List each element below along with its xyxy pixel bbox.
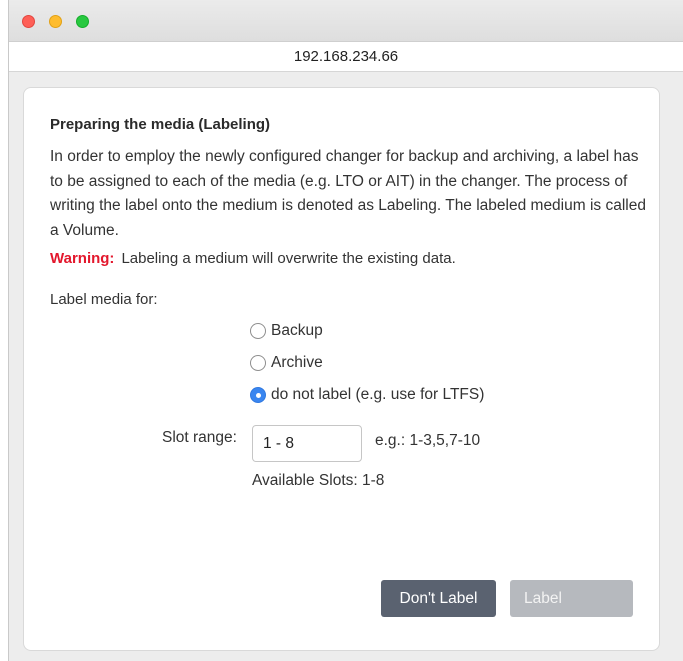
close-window-button[interactable] xyxy=(22,15,35,28)
dialog-heading: Preparing the media (Labeling) xyxy=(50,116,271,133)
browser-window: 192.168.234.66 Preparing the media (Labe… xyxy=(8,0,683,661)
label-button[interactable]: Label xyxy=(510,580,633,617)
slot-range-input[interactable] xyxy=(252,425,362,462)
slot-range-hint: e.g.: 1-3,5,7-10 xyxy=(375,432,481,449)
labeling-dialog: Preparing the media (Labeling) In order … xyxy=(23,87,660,651)
radio-option-do-not-label[interactable]: do not label (e.g. use for LTFS) xyxy=(250,384,484,406)
radio-label-archive: Archive xyxy=(271,354,323,371)
warning-message: Warning: Labeling a medium will overwrite… xyxy=(50,250,456,267)
radio-button-do-not-label[interactable] xyxy=(250,387,266,403)
dialog-description: In order to employ the newly configured … xyxy=(50,148,646,239)
label-media-prompt: Label media for: xyxy=(50,291,158,308)
available-slots-text: Available Slots: 1-8 xyxy=(252,472,385,489)
minimize-window-button[interactable] xyxy=(49,15,62,28)
radio-button-archive[interactable] xyxy=(250,355,266,371)
warning-text: Labeling a medium will overwrite the exi… xyxy=(121,250,456,267)
radio-option-archive[interactable]: Archive xyxy=(250,352,323,374)
radio-option-backup[interactable]: Backup xyxy=(250,320,323,342)
maximize-window-button[interactable] xyxy=(76,15,89,28)
address-bar: 192.168.234.66 xyxy=(9,42,683,72)
title-bar xyxy=(9,0,683,42)
warning-label: Warning: xyxy=(50,250,115,267)
dont-label-button[interactable]: Don't Label xyxy=(381,580,496,617)
radio-button-backup[interactable] xyxy=(250,323,266,339)
radio-label-backup: Backup xyxy=(271,322,323,339)
slot-range-label: Slot range: xyxy=(162,429,237,446)
radio-label-do-not-label: do not label (e.g. use for LTFS) xyxy=(271,386,485,403)
